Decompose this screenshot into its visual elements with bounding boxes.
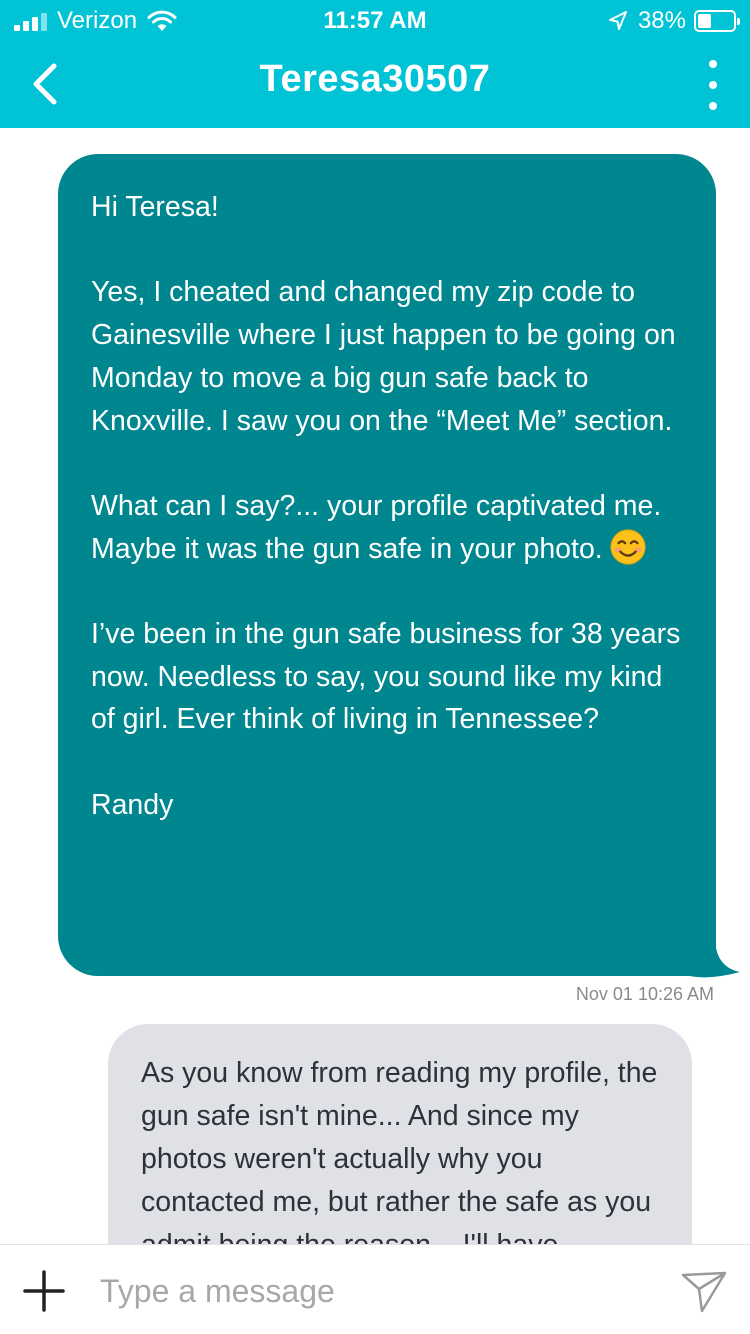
message-paragraph-text: What can I say?... your profile captivat…: [91, 489, 662, 565]
message-input[interactable]: [100, 1267, 660, 1315]
more-vertical-icon-dot: [709, 81, 717, 89]
conversation-title: Teresa30507: [259, 58, 491, 100]
nav-bar: Teresa30507: [0, 40, 750, 128]
outgoing-message-bubble[interactable]: Hi Teresa! Yes, I cheated and changed my…: [58, 154, 716, 976]
bubble-tail: [690, 928, 740, 978]
more-vertical-icon-dot: [709, 60, 717, 68]
status-bar: Verizon 11:57 AM 38%: [0, 0, 750, 40]
message-timestamp: Nov 01 10:26 AM: [575, 984, 714, 1004]
message-paragraph: Hi Teresa!: [91, 191, 219, 223]
message-paragraph: What can I say?... your profile captivat…: [91, 485, 686, 570]
status-right: 38%: [608, 7, 740, 35]
battery-level-fill: [698, 14, 711, 28]
smiling-face-emoji-icon: [610, 529, 646, 565]
message-text: As you know from reading my profile, the…: [141, 1057, 658, 1244]
battery-icon: [694, 10, 740, 32]
message-thread[interactable]: Hi Teresa! Yes, I cheated and changed my…: [0, 128, 750, 1244]
send-button[interactable]: [680, 1267, 728, 1315]
more-options-button[interactable]: [698, 60, 728, 110]
message-paragraph: Yes, I cheated and changed my zip code t…: [91, 276, 676, 437]
battery-percent: 38%: [637, 7, 686, 34]
message-paragraph: Randy: [91, 788, 174, 821]
location-arrow-icon: [608, 11, 627, 30]
more-vertical-icon-dot: [709, 102, 717, 110]
message-paragraph: I’ve been in the gun safe business for 3…: [91, 617, 681, 736]
incoming-message-bubble[interactable]: As you know from reading my profile, the…: [108, 1024, 692, 1244]
app-header: Verizon 11:57 AM 38% Teresa30507: [0, 0, 750, 128]
message-composer: [0, 1244, 750, 1334]
add-attachment-button[interactable]: [22, 1269, 66, 1313]
